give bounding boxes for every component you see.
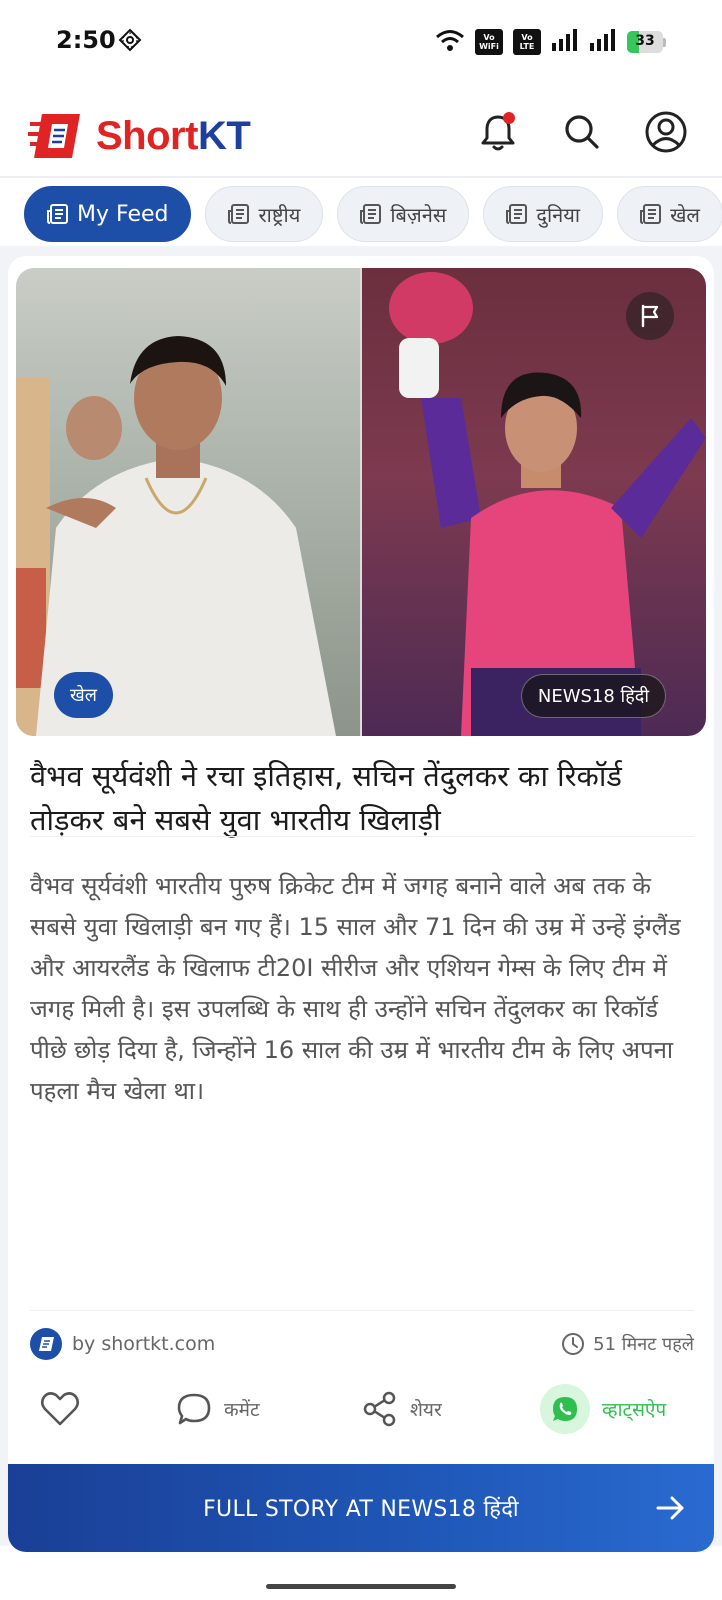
sim1-bottom: WiFi <box>479 42 499 51</box>
header-divider <box>0 176 722 178</box>
tab-label: राष्ट्रीय <box>258 202 301 227</box>
clock-icon <box>562 1333 585 1355</box>
newspaper-icon <box>506 204 528 224</box>
action-bar: कमेंट शेयर व्हाट्सऐप <box>30 1382 694 1436</box>
source-name[interactable]: by shortkt.com <box>72 1333 215 1355</box>
logo-text: ShortKT <box>96 113 251 159</box>
headline-divider <box>30 836 694 837</box>
tab-business[interactable]: बिज़नेस <box>337 186 470 242</box>
share-icon <box>363 1391 396 1427</box>
image-divider <box>360 268 362 736</box>
heart-icon <box>40 1392 80 1426</box>
time-ago: 51 मिनट पहले <box>593 1334 694 1355</box>
battery-text: 33 <box>635 33 655 49</box>
article-summary: वैभव सूर्यवंशी भारतीय पुरुष क्रिकेट टीम … <box>30 872 681 1105</box>
newspaper-icon <box>360 204 382 224</box>
signal-icon-2 <box>589 29 617 55</box>
tab-my-feed[interactable]: My Feed <box>24 186 192 242</box>
logo-short: Short <box>96 113 198 158</box>
notifications-button[interactable] <box>476 110 520 154</box>
vpn-icon <box>118 28 142 56</box>
whatsapp-share-button[interactable]: व्हाट्सऐप <box>540 1384 666 1434</box>
share-label: शेयर <box>410 1399 442 1421</box>
comment-label: कमेंट <box>224 1399 260 1421</box>
app-logo[interactable]: ShortKT <box>28 110 251 162</box>
battery-icon: 33 <box>627 31 666 53</box>
search-button[interactable] <box>560 110 604 154</box>
footer-divider <box>30 1310 694 1311</box>
article-headline[interactable]: वैभव सूर्यवंशी ने रचा इतिहास, सचिन तेंदु… <box>30 754 694 842</box>
home-indicator[interactable] <box>266 1584 456 1589</box>
full-story-label: FULL STORY AT NEWS18 हिंदी <box>203 1497 519 1522</box>
search-icon <box>565 115 599 149</box>
report-button[interactable] <box>626 292 674 340</box>
sim2-top: Vo <box>521 33 533 42</box>
player-left-illustration <box>16 336 336 736</box>
status-bar: 2:50 Vo WiFi Vo LTE 33 <box>0 0 722 84</box>
timestamp: 51 मिनट पहले <box>561 1332 694 1356</box>
newspaper-icon <box>640 204 662 224</box>
tab-world[interactable]: दुनिया <box>483 186 604 242</box>
newspaper-icon <box>47 204 68 224</box>
comment-button[interactable]: कमेंट <box>176 1391 260 1427</box>
sim1-top: Vo <box>483 33 495 42</box>
article-image[interactable]: खेल NEWS18 हिंदी <box>16 268 706 736</box>
tab-label: खेल <box>670 202 700 227</box>
tab-label: बिज़नेस <box>390 202 447 227</box>
bell-icon <box>481 112 515 151</box>
sim1-badge: Vo WiFi <box>475 29 503 55</box>
flag-icon <box>641 304 659 328</box>
status-time: 2:50 <box>56 26 116 54</box>
sim2-bottom: LTE <box>519 42 535 51</box>
arrow-right-icon <box>656 1496 684 1520</box>
logo-kt: KT <box>197 113 251 158</box>
account-icon <box>645 111 687 153</box>
tab-national[interactable]: राष्ट्रीय <box>205 186 324 242</box>
source-logo-icon <box>30 1328 62 1360</box>
whatsapp-icon <box>540 1384 590 1434</box>
tab-sports[interactable]: खेल <box>617 186 722 242</box>
like-button[interactable] <box>40 1391 80 1427</box>
category-badge[interactable]: खेल <box>54 672 113 718</box>
image-left-panel <box>16 268 361 736</box>
whatsapp-label: व्हाट्सऐप <box>602 1399 667 1421</box>
source-row: by shortkt.com 51 मिनट पहले <box>30 1326 694 1362</box>
source-badge[interactable]: NEWS18 हिंदी <box>520 674 666 718</box>
app-header: ShortKT <box>0 96 722 176</box>
status-icons: Vo WiFi Vo LTE 33 <box>435 28 666 56</box>
tab-label: दुनिया <box>536 202 581 227</box>
wifi-icon <box>435 28 465 56</box>
logo-mark-icon <box>28 114 80 158</box>
share-button[interactable]: शेयर <box>362 1391 442 1427</box>
sim2-badge: Vo LTE <box>513 29 541 55</box>
full-story-button[interactable]: FULL STORY AT NEWS18 हिंदी <box>8 1464 714 1552</box>
signal-icon-1 <box>551 29 579 55</box>
comment-icon <box>177 1393 211 1425</box>
tab-label: My Feed <box>77 201 169 227</box>
newspaper-icon <box>228 204 250 224</box>
profile-button[interactable] <box>644 110 688 154</box>
category-tabs: My Feed राष्ट्रीय बिज़नेस दुनिया खेल <box>24 186 722 242</box>
